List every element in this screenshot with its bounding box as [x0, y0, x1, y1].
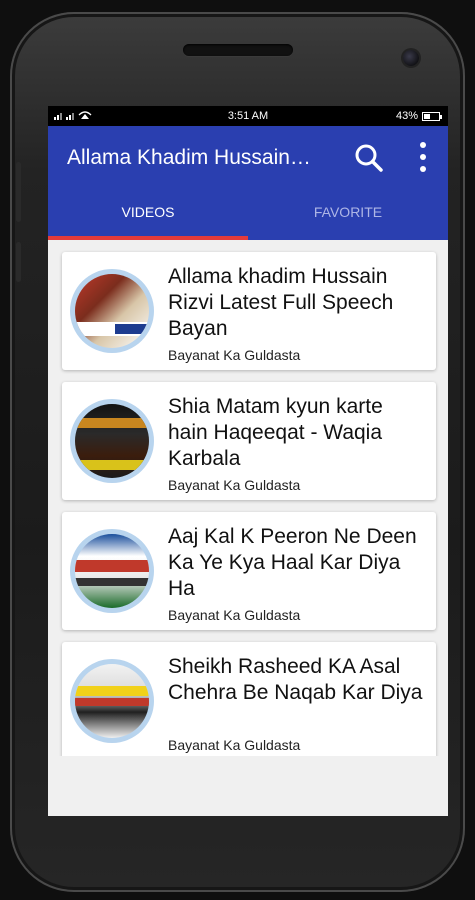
front-camera [403, 50, 419, 66]
video-card[interactable]: Aaj Kal K Peeron Ne Deen Ka Ye Kya Haal … [62, 512, 436, 630]
status-bar: 3:51 AM 43% [48, 106, 448, 126]
video-title: Aaj Kal K Peeron Ne Deen Ka Ye Kya Haal … [168, 525, 417, 600]
video-title: Shia Matam kyun karte hain Haqeeqat - Wa… [168, 395, 383, 470]
video-title: Sheikh Rasheed KA Asal Chehra Be Naqab K… [168, 655, 423, 704]
battery-icon [422, 111, 442, 121]
tab-bar: VIDEOS FAVORITE [48, 192, 448, 240]
video-card[interactable]: Allama khadim Hussain Rizvi Latest Full … [62, 252, 436, 370]
video-list: Allama khadim Hussain Rizvi Latest Full … [48, 240, 448, 760]
volume-button [16, 162, 21, 222]
more-vert-icon [420, 142, 426, 148]
status-time: 3:51 AM [227, 110, 269, 122]
app-title: Allama Khadim Hussain… [67, 146, 311, 169]
app-bar: Allama Khadim Hussain… [48, 126, 448, 192]
video-channel: Bayanat Ka Guldasta [168, 737, 301, 753]
video-thumbnail [70, 399, 154, 483]
video-channel: Bayanat Ka Guldasta [168, 347, 301, 363]
video-thumbnail [70, 529, 154, 613]
video-channel: Bayanat Ka Guldasta [168, 477, 301, 493]
video-card[interactable]: Shia Matam kyun karte hain Haqeeqat - Wa… [62, 382, 436, 500]
list-bottom-area [48, 756, 448, 816]
power-button [16, 242, 21, 282]
tab-favorite[interactable]: FAVORITE [248, 192, 448, 240]
phone-frame: 3:51 AM 43% Allama Khadim Hussain… VIDEO… [10, 12, 465, 892]
search-icon [355, 144, 383, 172]
tab-videos[interactable]: VIDEOS [48, 192, 248, 240]
screen: 3:51 AM 43% Allama Khadim Hussain… VIDEO… [48, 106, 448, 816]
earpiece-speaker [182, 44, 293, 56]
more-options-button[interactable] [410, 140, 434, 176]
video-title: Allama khadim Hussain Rizvi Latest Full … [168, 265, 394, 340]
video-thumbnail [70, 269, 154, 353]
battery-fill [424, 113, 431, 119]
video-card[interactable]: Sheikh Rasheed KA Asal Chehra Be Naqab K… [62, 642, 436, 760]
video-thumbnail [70, 659, 154, 743]
battery-status: 43% [395, 110, 442, 122]
battery-percent: 43% [395, 110, 418, 122]
search-button[interactable] [353, 142, 385, 174]
video-channel: Bayanat Ka Guldasta [168, 607, 301, 623]
